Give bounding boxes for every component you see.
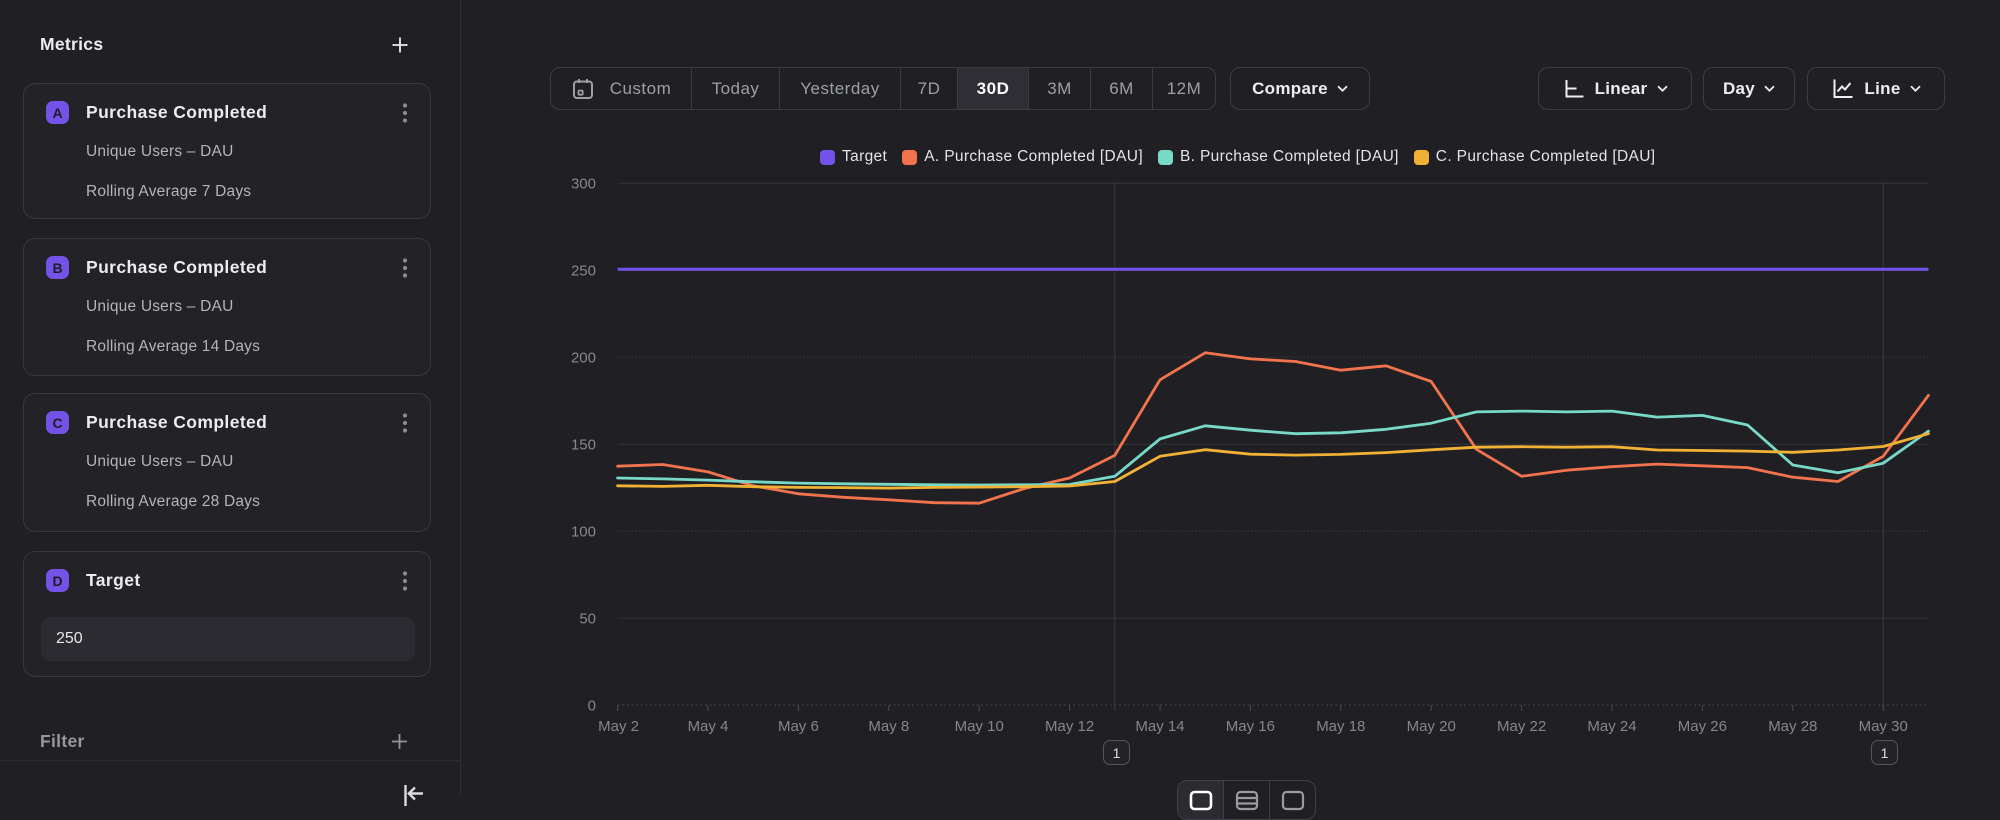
svg-text:May 26: May 26 [1678,718,1727,735]
svg-text:250: 250 [571,263,596,280]
svg-text:May 10: May 10 [955,718,1004,735]
svg-text:May 14: May 14 [1135,718,1184,735]
svg-text:May 28: May 28 [1768,718,1817,735]
svg-text:May 4: May 4 [688,718,729,735]
svg-text:May 12: May 12 [1045,718,1094,735]
svg-text:300: 300 [571,176,596,193]
svg-text:May 8: May 8 [868,718,909,735]
svg-text:May 30: May 30 [1859,718,1908,735]
svg-text:May 22: May 22 [1497,718,1546,735]
svg-text:May 16: May 16 [1226,718,1275,735]
svg-text:May 20: May 20 [1407,718,1456,735]
svg-text:150: 150 [571,437,596,454]
svg-text:0: 0 [588,698,596,715]
svg-text:50: 50 [579,611,596,628]
svg-text:200: 200 [571,350,596,367]
svg-text:May 2: May 2 [598,718,639,735]
svg-text:May 18: May 18 [1316,718,1365,735]
svg-text:May 6: May 6 [778,718,819,735]
svg-text:100: 100 [571,524,596,541]
svg-text:May 24: May 24 [1587,718,1636,735]
